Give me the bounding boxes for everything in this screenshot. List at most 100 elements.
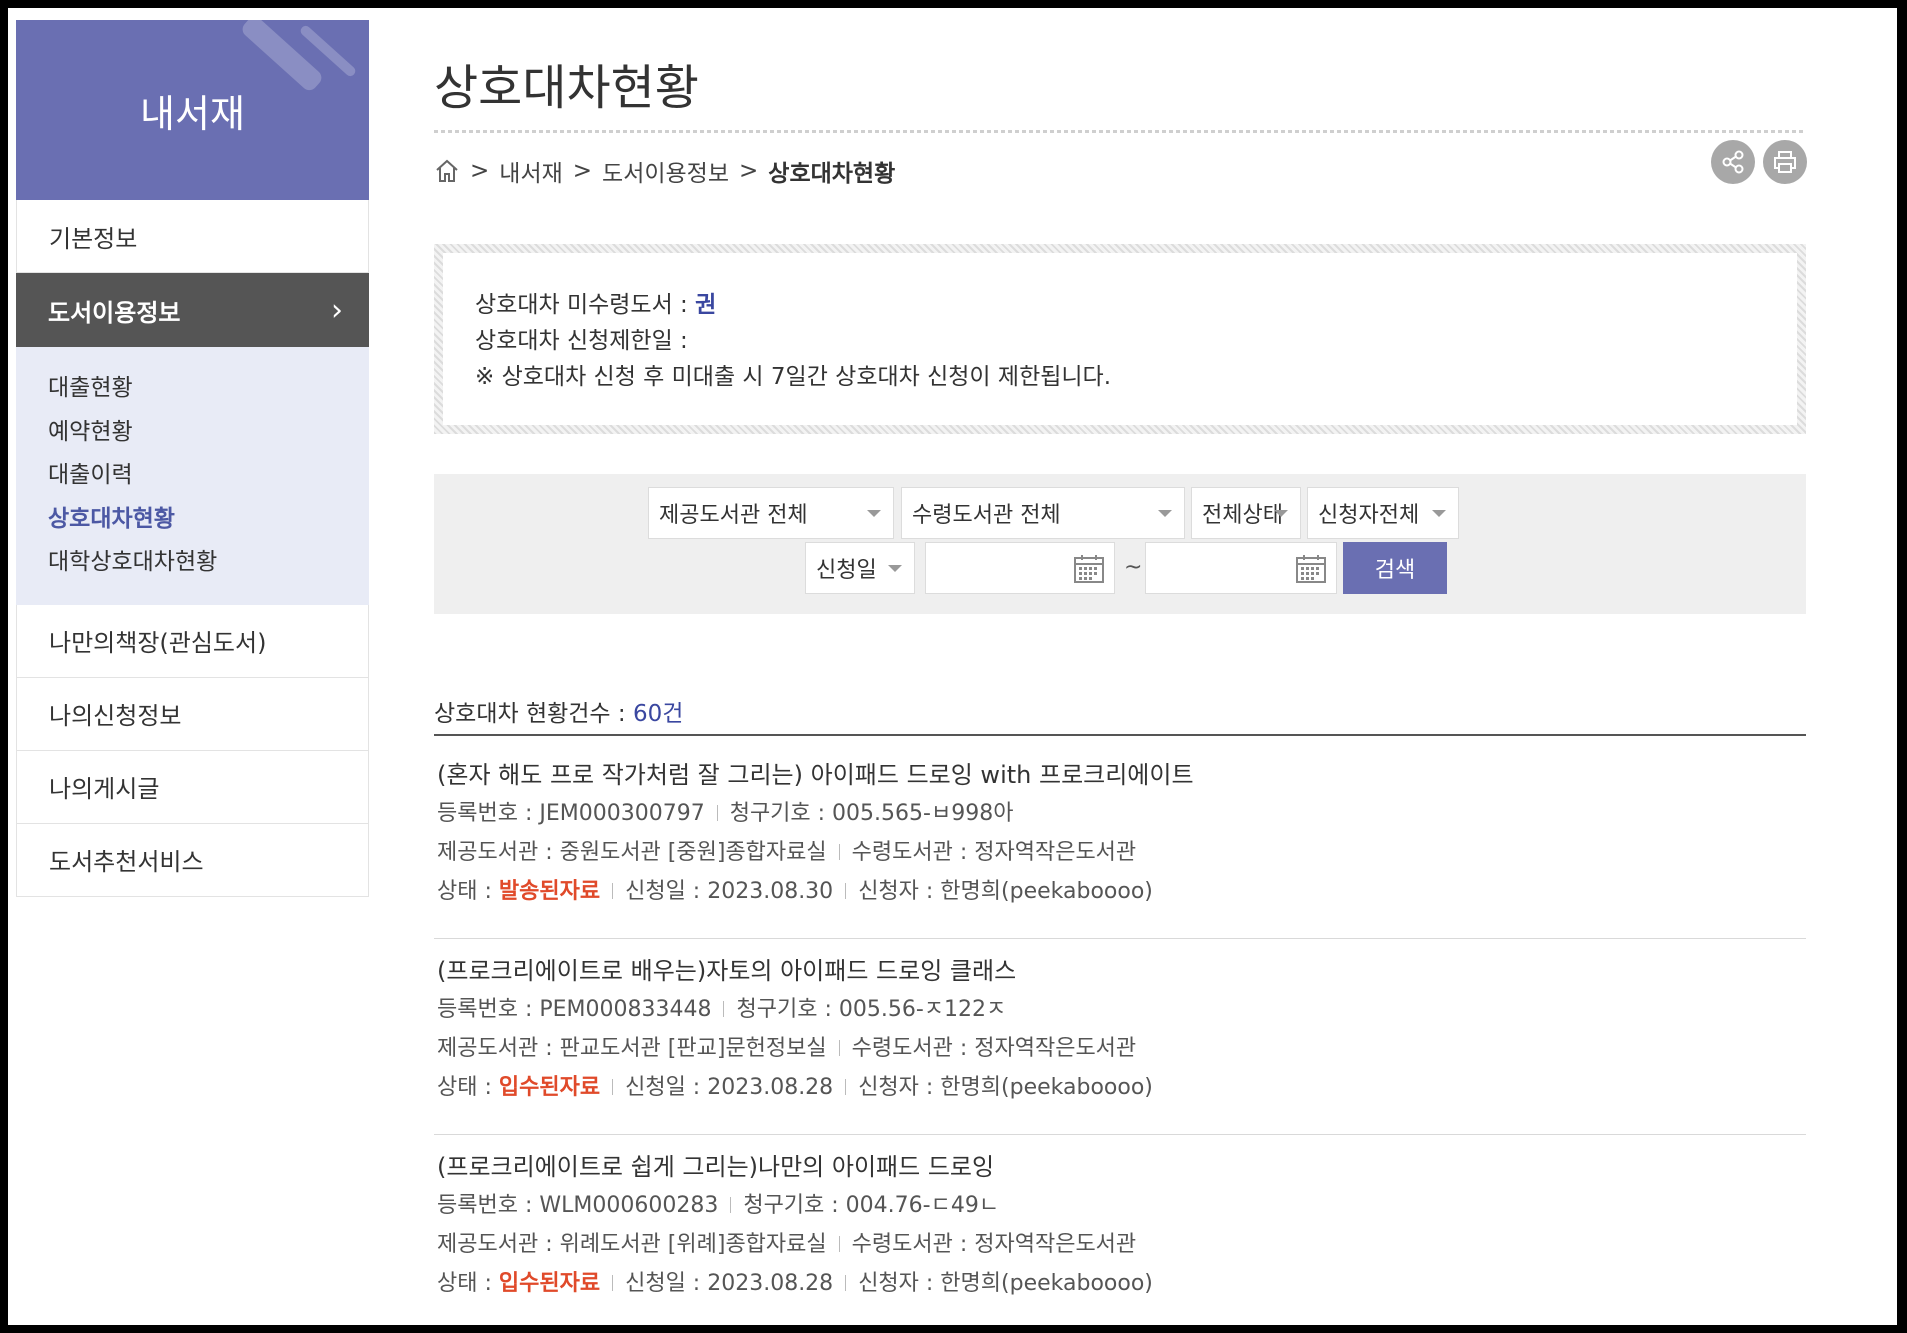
sidebar-header: 내서재 [16,20,369,200]
registration-number: 등록번호 : WLM000600283 [437,1193,719,1218]
receiver-library: 수령도서관 : 정자역작은도서관 [851,1232,1137,1257]
sidebar-submenu: 대출현황 예약현황 대출이력 상호대차현황 대학상호대차현황 [16,347,369,605]
record-meta-line: 등록번호 : WLM000600283 청구기호 : 004.76-ㄷ49ㄴ [434,1186,1806,1225]
request-date: 신청일 : 2023.08.28 [625,1075,834,1100]
sidebar-item-book-recommend[interactable]: 도서추천서비스 [16,823,369,897]
status-label: 상태 : [437,1271,499,1296]
list-item: (프로크리에이트로 쉽게 그리는)나만의 아이패드 드로잉 등록번호 : WLM… [434,1148,1806,1325]
breadcrumb: > 내서재 > 도서이용정보 > 상호대차현황 [434,154,895,188]
sidebar-item-label: 도서이용정보 [48,298,181,327]
chevron-right-icon: › [331,292,343,328]
sidebar-item-my-requests[interactable]: 나의신청정보 [16,677,369,751]
unreceived-books-value: 권 [695,292,717,318]
record-meta-line: 제공도서관 : 중원도서관 [중원]종합자료실 수령도서관 : 정자역작은도서관 [434,833,1806,872]
applicant-select[interactable]: 신청자전체 [1307,487,1459,539]
breadcrumb-item[interactable]: 내서재 [499,154,562,188]
separator [730,1197,732,1213]
separator [612,1275,614,1291]
sidebar-item-book-usage[interactable]: 도서이용정보 › [16,273,369,347]
breadcrumb-separator: > [470,158,490,184]
record-meta-line: 상태 : 입수된자료 신청일 : 2023.08.28 신청자 : 한명희(peek… [434,1068,1806,1107]
submenu-item-interlibrary-loan[interactable]: 상호대차현황 [48,498,369,542]
record-meta-line: 등록번호 : JEM000300797 청구기호 : 005.565-ㅂ998아 [434,794,1806,833]
separator [716,805,718,821]
breadcrumb-separator: > [572,158,593,184]
book-title[interactable]: (프로크리에이트로 쉽게 그리는)나만의 아이패드 드로잉 [434,1148,1806,1186]
separator [838,1040,840,1056]
provider-library: 제공도서관 : 위례도서관 [위례]종합자료실 [437,1232,827,1257]
request-date: 신청일 : 2023.08.28 [625,1271,834,1296]
sidebar-item-my-bookshelf[interactable]: 나만의책장(관심도서) [16,604,369,678]
sidebar: 내서재 기본정보 도서이용정보 › 대출현황 예약현황 대출이력 상호대차현황 … [16,20,369,897]
submenu-item-loans[interactable]: 대출현황 [48,367,369,411]
book-title[interactable]: (프로크리에이트로 배우는)자토의 아이패드 드로잉 클래스 [434,952,1806,990]
restriction-date-line: 상호대차 신청제한일 : [475,328,688,354]
record-meta-line: 제공도서관 : 판교도서관 [판교]문헌정보실 수령도서관 : 정자역작은도서관 [434,1029,1806,1068]
date-type-value: 신청일 [816,558,877,583]
chevron-down-icon [867,510,881,517]
provider-library: 제공도서관 : 중원도서관 [중원]종합자료실 [437,840,827,865]
registration-number: 등록번호 : PEM000833448 [437,997,712,1022]
search-button[interactable]: 검색 [1343,542,1447,594]
receiver-library: 수령도서관 : 정자역작은도서관 [851,840,1137,865]
separator [723,1001,725,1017]
separator [845,883,847,899]
share-button[interactable] [1711,140,1755,184]
date-to-input[interactable] [1145,542,1337,594]
search-panel: 제공도서관 전체 수령도서관 전체 전체상태 신청자전체 신청일 ~ 검색 [434,474,1806,614]
print-button[interactable] [1763,140,1807,184]
submenu-item-loan-history[interactable]: 대출이력 [48,454,369,498]
loan-info-content: 상호대차 미수령도서 : 권 상호대차 신청제한일 : ※ 상호대차 신청 후 … [443,253,1797,425]
result-count-label: 상호대차 현황건수 : [434,701,633,727]
sidebar-item-basic-info[interactable]: 기본정보 [16,200,369,273]
date-from-input[interactable] [925,542,1115,594]
date-type-select[interactable]: 신청일 [805,542,915,594]
result-count-value: 60건 [632,701,684,727]
breadcrumb-item[interactable]: 도서이용정보 [602,154,729,188]
page-title: 상호대차현황 [434,60,699,116]
restriction-notice: ※ 상호대차 신청 후 미대출 시 7일간 상호대차 신청이 제한됩니다. [475,364,1112,390]
separator [838,844,840,860]
status-value: 입수된자료 [498,1075,601,1100]
applicant-value: 신청자전체 [1318,503,1420,528]
page-frame: 내서재 기본정보 도서이용정보 › 대출현황 예약현황 대출이력 상호대차현황 … [8,8,1897,1325]
list-item: (프로크리에이트로 배우는)자토의 아이패드 드로잉 클래스 등록번호 : PE… [434,952,1806,1135]
provider-library: 제공도서관 : 판교도서관 [판교]문헌정보실 [437,1036,827,1061]
chevron-down-icon [888,565,902,572]
sidebar-item-my-posts[interactable]: 나의게시글 [16,750,369,824]
print-icon [1774,151,1796,173]
unreceived-books-line: 상호대차 미수령도서 : 권 [475,287,1765,323]
result-count: 상호대차 현황건수 : 60건 [434,694,683,728]
status-value: 발송된자료 [498,879,601,904]
provider-library-value: 제공도서관 전체 [659,503,808,528]
calendar-icon[interactable] [1074,555,1104,583]
calendar-icon[interactable] [1296,555,1326,583]
submenu-item-university-loan[interactable]: 대학상호대차현황 [48,541,369,585]
applicant: 신청자 : 한명희(peekaboooo) [858,1075,1153,1100]
book-title[interactable]: (혼자 해도 프로 작가처럼 잘 그리는) 아이패드 드로잉 with 프로크리… [434,756,1806,794]
chevron-down-icon [1274,510,1288,517]
breadcrumb-separator: > [739,158,759,184]
separator [612,883,614,899]
call-number: 청구기호 : 005.56-ㅈ122ㅈ [736,997,1007,1022]
applicant: 신청자 : 한명희(peekaboooo) [858,1271,1153,1296]
separator [845,1275,847,1291]
provider-library-select[interactable]: 제공도서관 전체 [648,487,894,539]
home-icon[interactable] [434,158,460,184]
request-date: 신청일 : 2023.08.30 [625,879,834,904]
sidebar-title: 내서재 [140,91,245,136]
status-select[interactable]: 전체상태 [1191,487,1301,539]
submenu-item-reservations[interactable]: 예약현황 [48,411,369,455]
status-value: 입수된자료 [498,1271,601,1296]
record-meta-line: 상태 : 발송된자료 신청일 : 2023.08.30 신청자 : 한명희(peek… [434,872,1806,911]
receiver-library: 수령도서관 : 정자역작은도서관 [851,1036,1137,1061]
receiver-library-select[interactable]: 수령도서관 전체 [901,487,1185,539]
status-label: 상태 : [437,879,499,904]
separator [845,1079,847,1095]
receiver-library-value: 수령도서관 전체 [912,503,1061,528]
breadcrumb-current: 상호대차현황 [768,161,896,187]
separator [838,1236,840,1252]
chevron-down-icon [1158,510,1172,517]
call-number: 청구기호 : 005.565-ㅂ998아 [729,801,1014,826]
loan-info-box: 상호대차 미수령도서 : 권 상호대차 신청제한일 : ※ 상호대차 신청 후 … [434,244,1806,434]
